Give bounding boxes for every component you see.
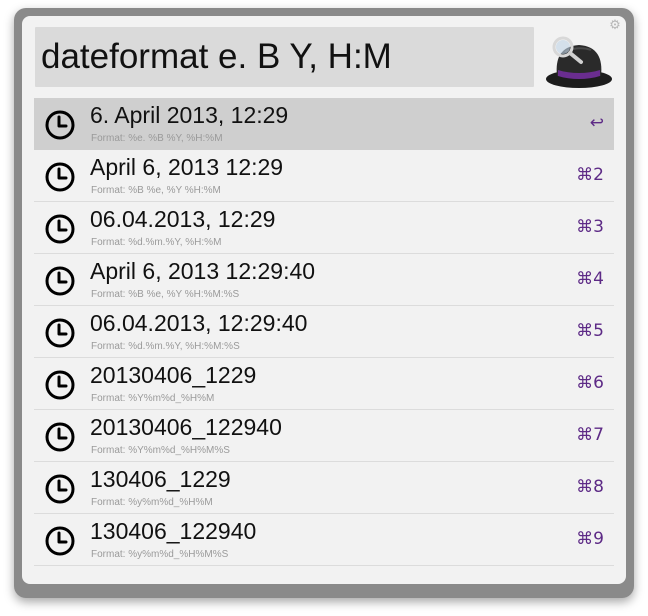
result-subtitle: Format: %Y%m%d_%H%M [91,393,215,404]
clock-icon [45,474,75,504]
clock-icon [45,422,75,452]
clock-icon [45,318,75,348]
keyboard-shortcut: ⌘9 [576,529,604,549]
clock-icon [45,370,75,400]
result-subtitle: Format: %Y%m%d_%H%M%S [91,445,230,456]
result-subtitle: Format: %d.%m.%Y, %H:%M [91,237,222,248]
keyboard-shortcut: ⌘4 [576,269,604,289]
clock-icon [45,162,75,192]
keyboard-shortcut: ⌘2 [576,165,604,185]
keyboard-shortcut: ⌘8 [576,477,604,497]
clock-icon [45,214,75,244]
result-row[interactable]: 20130406_1229 Format: %Y%m%d_%H%M ⌘6 [34,358,614,410]
result-title: 06.04.2013, 12:29:40 [90,310,308,336]
clock-icon [45,110,75,140]
result-row[interactable]: 06.04.2013, 12:29:40 Format: %d.%m.%Y, %… [34,306,614,358]
keyboard-shortcut: ⌘7 [576,425,604,445]
result-subtitle: Format: %y%m%d_%H%M%S [91,549,229,560]
alfred-hat-logo-icon [546,36,612,88]
result-row[interactable]: April 6, 2013 12:29 Format: %B %e, %Y %H… [34,150,614,202]
keyboard-shortcut: ⌘5 [576,321,604,341]
result-title: 130406_1229 [90,466,231,492]
result-subtitle: Format: %y%m%d_%H%M [91,497,213,508]
result-row[interactable]: 130406_122940 Format: %y%m%d_%H%M%S ⌘9 [34,514,614,566]
result-title: 130406_122940 [90,518,257,544]
result-row[interactable]: April 6, 2013 12:29:40 Format: %B %e, %Y… [34,254,614,306]
result-row[interactable]: 6. April 2013, 12:29 Format: %e. %B %Y, … [34,98,614,150]
search-input[interactable] [41,27,534,87]
result-title: 20130406_1229 [90,362,257,388]
result-title: 6. April 2013, 12:29 [90,102,289,128]
result-title: 06.04.2013, 12:29 [90,206,276,232]
result-title: 20130406_122940 [90,414,282,440]
result-title: April 6, 2013 12:29:40 [90,258,316,284]
keyboard-shortcut: ⌘6 [576,373,604,393]
clock-icon [45,266,75,296]
result-subtitle: Format: %e. %B %Y, %H:%M [91,133,223,144]
launcher-window: ⚙ 6. April 2013, 12:29 Format: %e. %B %Y… [22,16,626,584]
search-box[interactable] [35,27,534,87]
result-subtitle: Format: %d.%m.%Y, %H:%M:%S [91,341,240,352]
clock-icon [45,526,75,556]
return-key-shortcut: ↩ [589,113,604,133]
result-title: April 6, 2013 12:29 [90,154,284,180]
keyboard-shortcut: ⌘3 [576,217,604,237]
result-row[interactable]: 20130406_122940 Format: %Y%m%d_%H%M%S ⌘7 [34,410,614,462]
results-list: 6. April 2013, 12:29 Format: %e. %B %Y, … [34,98,614,566]
result-subtitle: Format: %B %e, %Y %H:%M:%S [91,289,240,300]
result-row[interactable]: 06.04.2013, 12:29 Format: %d.%m.%Y, %H:%… [34,202,614,254]
result-subtitle: Format: %B %e, %Y %H:%M [91,185,221,196]
result-row[interactable]: 130406_1229 Format: %y%m%d_%H%M ⌘8 [34,462,614,514]
